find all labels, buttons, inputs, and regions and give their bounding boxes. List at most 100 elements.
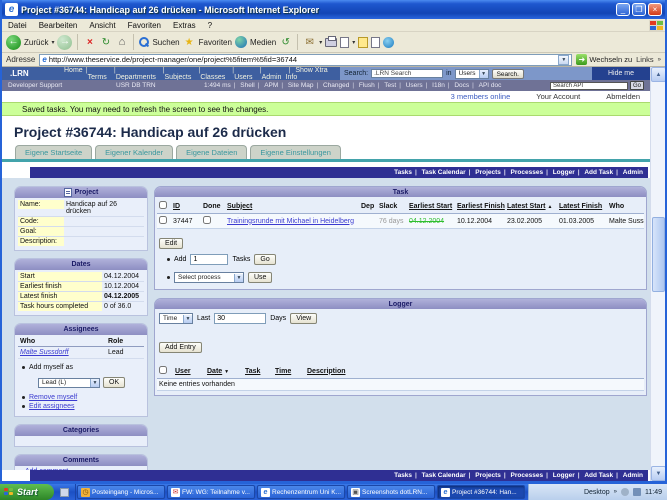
action-processes[interactable]: Processes: [501, 472, 544, 479]
add-tasks-input[interactable]: [190, 254, 229, 265]
action-admin[interactable]: Admin: [613, 169, 643, 176]
edit-dropdown-icon[interactable]: ▾: [352, 39, 355, 46]
edit-assignees-link[interactable]: Edit assignees: [29, 403, 75, 410]
role-select[interactable]: Lead (L) ▼: [38, 377, 100, 388]
col-task[interactable]: Task: [245, 368, 260, 375]
taskbar-button-project-active[interactable]: e Project #36744: Han...: [437, 485, 525, 499]
col-time[interactable]: Time: [275, 368, 291, 375]
action-add-task[interactable]: Add Task: [575, 472, 613, 479]
logger-select-all-checkbox[interactable]: [159, 366, 167, 374]
media-label[interactable]: Medien: [250, 38, 276, 47]
menu-bearbeiten[interactable]: Bearbeiten: [33, 21, 84, 30]
col-earliest-start[interactable]: Earliest Start: [409, 203, 452, 210]
close-button[interactable]: ×: [648, 3, 662, 16]
nav-admin[interactable]: Admin: [257, 67, 286, 81]
action-task-calendar[interactable]: Task Calendar: [412, 169, 466, 176]
dev-changed[interactable]: Changed: [313, 82, 349, 89]
col-latest-start[interactable]: Latest Start: [507, 203, 546, 210]
lrn-search-input[interactable]: [371, 69, 444, 78]
menu-ansicht[interactable]: Ansicht: [83, 21, 121, 30]
links-toolbar[interactable]: Links: [636, 55, 654, 64]
tab-eigener-kalender[interactable]: Eigener Kalender: [95, 145, 174, 159]
task-subject-link[interactable]: Trainingsrunde mit Michael in Heidelberg: [227, 218, 354, 225]
mail-icon[interactable]: ✉: [303, 36, 316, 49]
back-label[interactable]: Zurück: [24, 38, 48, 47]
minimize-button[interactable]: _: [616, 3, 630, 16]
col-date[interactable]: Date: [207, 368, 222, 375]
links-chevron-icon[interactable]: »: [658, 57, 661, 63]
last-days-input[interactable]: [214, 313, 267, 324]
menu-help[interactable]: ?: [202, 21, 218, 30]
messenger-icon[interactable]: [383, 36, 395, 48]
dev-i18n[interactable]: I18n: [423, 82, 445, 89]
dev-apidoc[interactable]: API doc: [469, 82, 502, 89]
menu-favoriten[interactable]: Favoriten: [122, 21, 167, 30]
quick-launch-icon[interactable]: [60, 487, 69, 497]
view-button[interactable]: View: [290, 313, 318, 324]
lrn-logo[interactable]: .LRN: [2, 69, 64, 78]
ok-button[interactable]: OK: [103, 377, 126, 388]
search-scope-select[interactable]: Users ▼: [454, 68, 489, 79]
action-tasks[interactable]: Tasks: [394, 472, 412, 479]
desktop-toolbar-label[interactable]: Desktop: [584, 489, 610, 496]
home-icon[interactable]: ⌂: [115, 36, 128, 49]
action-logger[interactable]: Logger: [543, 169, 575, 176]
process-select[interactable]: Select process ▼: [174, 272, 244, 283]
favorites-label[interactable]: Favoriten: [199, 38, 232, 47]
col-user[interactable]: User: [175, 368, 191, 375]
back-icon[interactable]: ←: [6, 34, 21, 50]
edit-page-icon[interactable]: [340, 36, 350, 48]
discuss-icon[interactable]: [358, 36, 369, 48]
task-row-checkbox[interactable]: [159, 216, 167, 224]
logger-mode-select[interactable]: Time ▼: [159, 313, 193, 324]
action-admin[interactable]: Admin: [613, 472, 643, 479]
search-icon[interactable]: [139, 37, 150, 47]
dev-users[interactable]: Users: [396, 82, 423, 89]
taskbar-button-rechenzentrum[interactable]: e Rechenzentrum Uni K...: [257, 485, 345, 499]
dev-test[interactable]: Test: [375, 82, 396, 89]
search-label[interactable]: Suchen: [152, 38, 179, 47]
col-subject[interactable]: Subject: [227, 203, 252, 210]
col-earliest-finish[interactable]: Earliest Finish: [457, 203, 505, 210]
tray-icon-network[interactable]: [633, 488, 641, 496]
tab-eigene-startseite[interactable]: Eigene Startseite: [15, 145, 93, 159]
col-id[interactable]: ID: [173, 203, 180, 210]
nav-classes[interactable]: Classes: [195, 67, 229, 81]
dev-apm[interactable]: APM: [255, 82, 278, 89]
scroll-up-icon[interactable]: ▲: [651, 67, 665, 82]
back-dropdown-icon[interactable]: ▾: [51, 39, 54, 46]
menu-datei[interactable]: Datei: [2, 21, 33, 30]
remove-myself-link[interactable]: Remove myself: [29, 394, 77, 401]
task-done-checkbox[interactable]: [203, 216, 211, 224]
tray-icon-round[interactable]: [621, 488, 629, 496]
action-tasks[interactable]: Tasks: [394, 169, 412, 176]
address-input[interactable]: [48, 55, 557, 64]
nav-terms[interactable]: Terms: [83, 67, 111, 81]
developer-support-label[interactable]: Developer Support: [8, 82, 116, 89]
action-processes[interactable]: Processes: [501, 169, 544, 176]
db-label[interactable]: USR DB TRN: [116, 82, 204, 89]
taskbar-button-screenshots[interactable]: ▣ Screenshots dotLRN...: [347, 485, 435, 499]
tool-doc-icon[interactable]: [371, 36, 381, 48]
api-search-input[interactable]: [549, 81, 628, 90]
dev-shell[interactable]: Shell: [231, 82, 254, 89]
action-logger[interactable]: Logger: [543, 472, 575, 479]
action-projects[interactable]: Projects: [466, 169, 501, 176]
dev-flush[interactable]: Flush: [349, 82, 375, 89]
nav-users[interactable]: Users: [229, 67, 256, 81]
dev-docs[interactable]: Docs: [445, 82, 469, 89]
print-icon[interactable]: [325, 35, 338, 47]
go-button[interactable]: ➜ Wechseln zu: [576, 54, 632, 65]
window-titlebar[interactable]: e Project #36744: Handicap auf 26 drücke…: [2, 0, 665, 19]
hide-me-link[interactable]: Hide me: [592, 67, 650, 80]
assignee-name-link[interactable]: Malte Sussdorff: [20, 349, 108, 356]
nav-show-xtra-info[interactable]: Show Xtra Info: [286, 67, 340, 81]
vertical-scrollbar[interactable]: ▲ ▼: [650, 67, 665, 481]
menu-extras[interactable]: Extras: [167, 21, 202, 30]
action-task-calendar[interactable]: Task Calendar: [412, 472, 466, 479]
tab-eigene-dateien[interactable]: Eigene Dateien: [176, 145, 248, 159]
members-online-link[interactable]: 3 members online: [451, 92, 511, 101]
api-go-button[interactable]: Go: [629, 81, 644, 90]
start-button[interactable]: Start: [0, 484, 54, 500]
favorites-icon[interactable]: ★: [183, 36, 196, 49]
